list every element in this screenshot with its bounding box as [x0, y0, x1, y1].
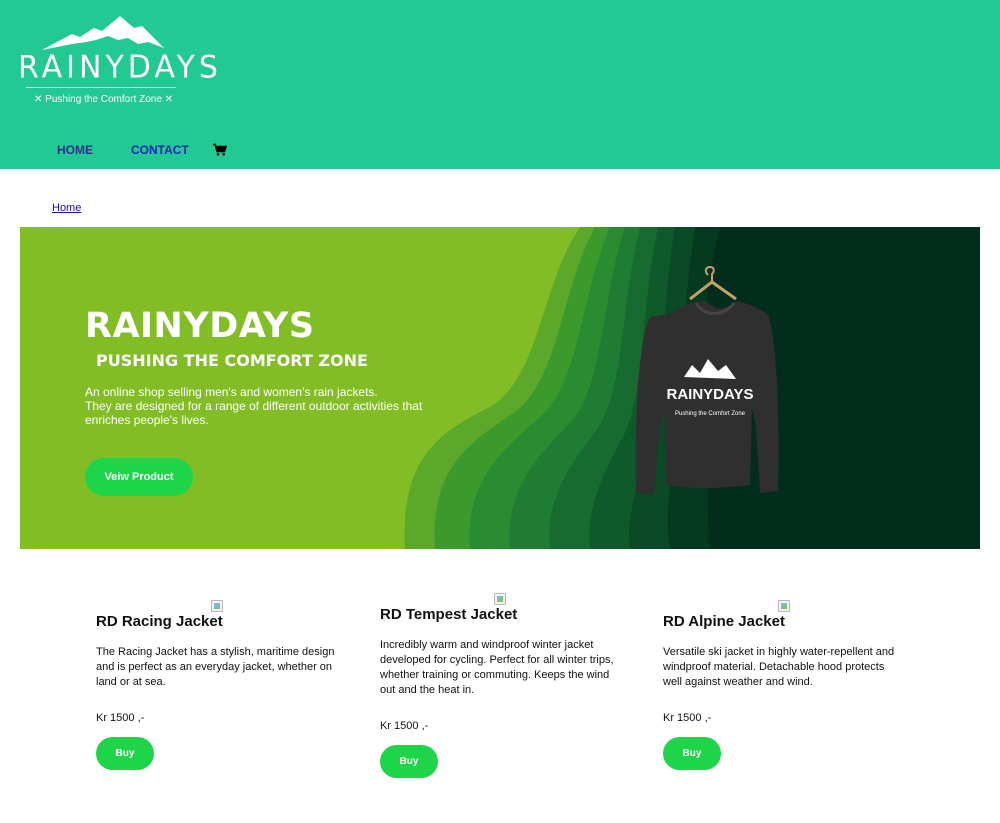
hero-description-line: enriches people's lives. [85, 413, 209, 427]
product-description: The Racing Jacket has a stylish, maritim… [96, 646, 335, 688]
product-price: Kr 1500 ,- [663, 712, 712, 724]
nav-contact-link[interactable]: CONTACT [131, 143, 189, 157]
view-product-button[interactable]: Veiw Product [85, 458, 193, 496]
logo-tagline: ✕ Pushing the Comfort Zone ✕ [34, 94, 174, 105]
hero-shirt-tagline: Pushing the Comfort Zone [675, 411, 746, 417]
logo[interactable]: RAINYDAYS ✕ Pushing the Comfort Zone ✕ [18, 16, 222, 108]
buy-button[interactable]: Buy [663, 737, 721, 770]
mountain-icon [42, 16, 164, 50]
product-name: RD Alpine Jacket [663, 613, 785, 630]
product-price: Kr 1500 ,- [380, 720, 429, 732]
breadcrumb-home-link[interactable]: Home [52, 202, 81, 214]
site-header: RAINYDAYS ✕ Pushing the Comfort Zone ✕ H… [0, 0, 1000, 169]
hero-shirt-logo-text: RAINYDAYS [667, 386, 754, 403]
hero-description-line: An online shop selling men's and women's… [85, 385, 378, 399]
nav-home-link[interactable]: HOME [57, 143, 93, 157]
hero-subtitle: PUSHING THE COMFORT ZONE [96, 351, 368, 370]
broken-image-icon[interactable] [778, 600, 790, 612]
logo-divider [26, 87, 176, 88]
shopping-cart-icon[interactable] [213, 143, 227, 157]
broken-image-icon[interactable] [211, 600, 223, 612]
hero-title: RAINYDAYS [85, 306, 315, 346]
hero-description: An online shop selling men's and women's… [85, 385, 455, 427]
hero-banner: RAINYDAYS Pushing the Comfort Zone RAINY… [20, 227, 980, 549]
hero-description-line: They are designed for a range of differe… [85, 399, 423, 413]
product-description: Incredibly warm and windproof winter jac… [380, 639, 614, 696]
product-price: Kr 1500 ,- [96, 712, 145, 724]
product-name: RD Racing Jacket [96, 613, 223, 630]
main-nav: HOME CONTACT [0, 143, 1000, 159]
product-description: Versatile ski jacket in highly water-rep… [663, 646, 895, 688]
logo-text: RAINYDAYS [18, 49, 222, 86]
buy-button[interactable]: Buy [96, 737, 154, 770]
product-name: RD Tempest Jacket [380, 606, 518, 623]
broken-image-icon[interactable] [494, 593, 506, 605]
buy-button[interactable]: Buy [380, 745, 438, 778]
